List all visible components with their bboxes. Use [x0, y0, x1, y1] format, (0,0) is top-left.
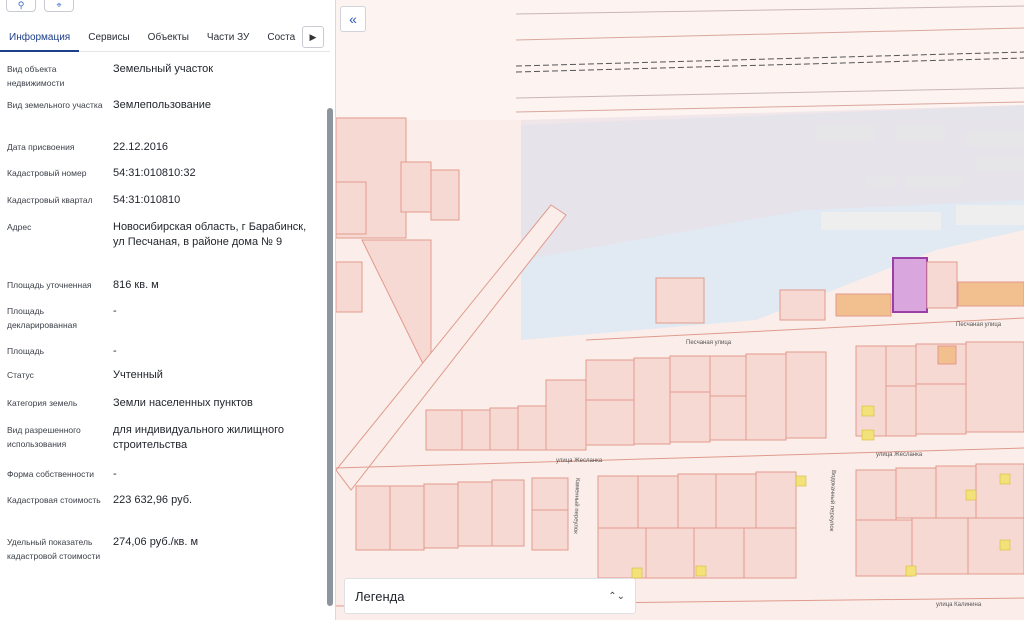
info-row: Кадастровый номер 54:31:010810:32: [0, 166, 326, 193]
info-label: Удельный показатель кадастровой стоимост…: [7, 537, 101, 561]
tab-objects[interactable]: Объекты: [139, 24, 198, 52]
tab-bar: Информация Сервисы Объекты Части ЗУ Сост…: [0, 24, 330, 52]
tab-information[interactable]: Информация: [0, 24, 80, 52]
info-row: Площадь уточненная 816 кв. м: [0, 278, 326, 304]
map-view[interactable]: Песчаная улица Песчаная улица улица Жесл…: [336, 0, 1024, 620]
panel-scrollbar[interactable]: [327, 0, 333, 620]
street-label: Каменный переулок: [572, 478, 581, 534]
block-north: [425, 341, 1024, 451]
street-label: улица Жесланка: [876, 452, 923, 458]
info-value: 223 632,96 руб.: [113, 494, 193, 506]
info-value: 274,06 руб./кв. м: [113, 536, 199, 548]
legend-dropdown[interactable]: Легенда ⌃⌄: [344, 578, 636, 614]
chevron-up-down-icon[interactable]: ⌃⌄: [608, 591, 625, 602]
info-row: Форма собственности -: [0, 467, 326, 493]
info-value: -: [113, 305, 117, 317]
info-row: Удельный показатель кадастровой стоимост…: [0, 535, 326, 581]
info-label: Площадь уточненная: [7, 280, 92, 290]
info-row: Дата присвоения 22.12.2016: [0, 140, 326, 166]
info-row: Категория земель Земли населенных пункто…: [0, 396, 326, 423]
panel-toolbar: ⚲ ⌖: [6, 0, 74, 12]
info-label: Статус: [7, 370, 34, 380]
street-label: улица Жесланка: [556, 458, 603, 464]
info-label: Площадь: [7, 346, 45, 356]
info-row: Вид разрешенного использования для индив…: [0, 423, 326, 467]
info-value: 54:31:010810:32: [113, 167, 196, 179]
info-label: Площадь декларированная: [7, 306, 77, 330]
info-list: Вид объекта недвижимости Земельный участ…: [0, 62, 326, 581]
info-value: Земельный участок: [113, 63, 214, 75]
scrollbar-thumb[interactable]: [327, 108, 333, 606]
info-value: Учтенный: [113, 369, 163, 381]
info-value: Новосибирская область, г Барабинск, ул П…: [113, 221, 307, 248]
street-label: Песчаная улица: [686, 340, 732, 346]
info-row: Площадь -: [0, 344, 326, 368]
info-value: 816 кв. м: [113, 279, 159, 291]
info-row: Адрес Новосибирская область, г Барабинск…: [0, 220, 326, 278]
info-row: Вид объекта недвижимости Земельный участ…: [0, 62, 326, 98]
info-panel: ⚲ ⌖ Информация Сервисы Объекты Части ЗУ …: [0, 0, 336, 620]
info-value: Земли населенных пунктов: [113, 397, 253, 409]
tab-parts[interactable]: Части ЗУ: [198, 24, 258, 52]
info-value: 54:31:010810: [113, 194, 181, 206]
info-value: 22.12.2016: [113, 141, 169, 153]
zoom-in-icon[interactable]: ⚲: [6, 0, 36, 12]
info-label: Кадастровая стоимость: [7, 495, 101, 505]
info-row: Кадастровый квартал 54:31:010810: [0, 193, 326, 220]
info-label: Вид разрешенного использования: [7, 425, 81, 449]
app-root: ⚲ ⌖ Информация Сервисы Объекты Части ЗУ …: [0, 0, 1024, 620]
legend-label: Легенда: [355, 588, 405, 604]
info-label: Кадастровый номер: [7, 168, 87, 178]
info-value: Землепользование: [113, 99, 212, 111]
info-label: Адрес: [7, 222, 32, 232]
info-label: Кадастровый квартал: [7, 195, 93, 205]
info-label: Форма собственности: [7, 469, 94, 479]
info-value: для индивидуального жилищного строительс…: [113, 424, 285, 451]
street-label: улица Калинина: [936, 602, 982, 608]
info-row: Площадь декларированная -: [0, 304, 326, 344]
cadastral-map: Песчаная улица Песчаная улица улица Жесл…: [336, 0, 1024, 608]
chevron-right-icon[interactable]: ▶: [302, 26, 324, 48]
street-label: Песчаная улица: [956, 322, 1002, 328]
info-value: -: [113, 345, 117, 357]
block-south: [355, 463, 1024, 579]
info-row: Вид земельного участка Землепользование: [0, 98, 326, 140]
railway-zone: [336, 0, 1024, 120]
tab-services[interactable]: Сервисы: [79, 24, 138, 52]
info-label: Категория земель: [7, 398, 78, 408]
info-label: Вид земельного участка: [7, 100, 103, 110]
info-label: Вид объекта недвижимости: [7, 64, 65, 88]
info-row: Кадастровая стоимость 223 632,96 руб.: [0, 493, 326, 535]
info-value: -: [113, 468, 117, 480]
info-label: Дата присвоения: [7, 142, 75, 152]
tab-composition[interactable]: Соста: [258, 24, 304, 52]
pin-icon[interactable]: ⌖: [44, 0, 74, 12]
street-label: Водокачный переулок: [828, 470, 837, 532]
double-chevron-left-icon[interactable]: «: [340, 6, 366, 32]
selected-parcel[interactable]: [892, 257, 928, 313]
info-row: Статус Учтенный: [0, 368, 326, 396]
